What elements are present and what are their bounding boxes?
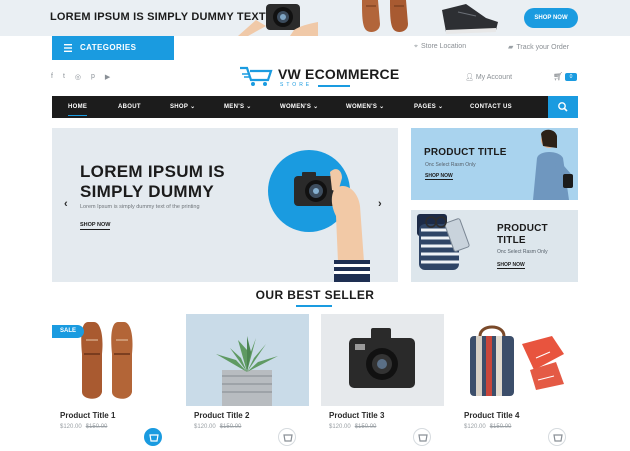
side-promo-2[interactable]: PRODUCT TITLE Onc Select Rasm Only SHOP …: [411, 210, 578, 282]
woman-model-image: [533, 129, 573, 200]
my-account-link[interactable]: 👤︎ My Account: [465, 73, 512, 81]
chevron-down-icon: ⌄: [246, 104, 252, 110]
product-card-3[interactable]: Product Title 3 $120.00 $150.00: [321, 314, 444, 451]
logo-underline: [318, 85, 350, 87]
hero-shop-now-button[interactable]: SHOP NOW: [80, 222, 111, 230]
nav-item-pages[interactable]: PAGES ⌄: [414, 96, 443, 118]
search-button[interactable]: [548, 96, 578, 118]
main-navigation: HOME ABOUT SHOP ⌄ MEN'S ⌄ WOMEN'S ⌄ WOME…: [52, 96, 578, 118]
product-card-4[interactable]: Product Title 4 $120.00 $150.00: [456, 314, 579, 451]
nav-item-contact[interactable]: CONTACT US: [470, 96, 512, 118]
twitter-icon[interactable]: t: [63, 73, 65, 81]
side-promo-1-shop-now-button[interactable]: SHOP NOW: [425, 173, 453, 180]
logo-title[interactable]: VW ECOMMERCE: [278, 66, 399, 82]
store-location-link[interactable]: ⌖ Store Location: [414, 43, 466, 51]
best-seller-underline: [296, 305, 332, 307]
add-to-cart-button-2[interactable]: [278, 428, 296, 446]
camera-promo-image: [238, 4, 318, 36]
nav-item-about[interactable]: ABOUT: [118, 96, 141, 118]
promo-shop-now-button[interactable]: SHOP NOW: [524, 8, 578, 28]
chevron-down-icon: ⌄: [190, 104, 196, 110]
instagram-icon[interactable]: ◎: [75, 73, 81, 81]
nav-item-mens[interactable]: MEN'S ⌄: [224, 96, 252, 118]
side-promo-1[interactable]: PRODUCT TITLE Onc Select Rasm Only SHOP …: [411, 128, 578, 200]
social-links: f t ◎ p ▶: [51, 73, 110, 81]
pinterest-icon[interactable]: p: [91, 73, 95, 81]
side-promo-2-subtitle: Onc Select Rasm Only: [497, 249, 548, 255]
cart-icon: [149, 434, 159, 442]
cart-count-badge: 0: [565, 73, 577, 81]
side-promo-2-shop-now-button[interactable]: SHOP NOW: [497, 262, 525, 269]
product-image-4[interactable]: [456, 314, 579, 406]
cart-icon: [418, 434, 428, 442]
chevron-down-icon: ⌄: [438, 104, 444, 110]
product-image-2[interactable]: [186, 314, 309, 406]
track-order-label: Track your Order: [516, 44, 570, 51]
add-to-cart-button-1[interactable]: [144, 428, 162, 446]
hero-title: LOREM IPSUM IS SIMPLY DUMMY: [80, 162, 225, 201]
youtube-icon[interactable]: ▶: [105, 73, 110, 81]
product-image-3[interactable]: [321, 314, 444, 406]
slider-prev-arrow[interactable]: ‹: [64, 198, 68, 210]
chevron-down-icon: ⌄: [379, 104, 385, 110]
best-seller-title: OUR BEST SELLER: [255, 288, 375, 302]
side-promo-1-title: PRODUCT TITLE: [424, 147, 507, 158]
side-promo-2-title: PRODUCT TITLE: [497, 223, 548, 246]
product-price-1: $120.00 $150.00: [60, 424, 108, 430]
flatlay-clothes-image: [417, 214, 470, 270]
product-price-4: $120.00 $150.00: [464, 424, 512, 430]
cart-icon: [553, 434, 563, 442]
add-to-cart-button-4[interactable]: [548, 428, 566, 446]
product-price-2: $120.00 $150.00: [194, 424, 242, 430]
map-pin-icon: ⌖: [414, 43, 418, 50]
search-icon: [558, 102, 568, 112]
cart-icon: [283, 434, 293, 442]
categories-label: CATEGORIES: [80, 43, 137, 52]
nav-item-shop[interactable]: SHOP ⌄: [170, 96, 195, 118]
promo-text: LOREM IPSUM IS SIMPLY DUMMY TEXT: [50, 11, 266, 23]
logo-cart-icon: [240, 66, 273, 86]
cart-icon[interactable]: 🛒︎: [553, 72, 563, 81]
product-name-3[interactable]: Product Title 3: [329, 411, 384, 420]
product-price-3: $120.00 $150.00: [329, 424, 377, 430]
hero-slider: LOREM IPSUM IS SIMPLY DUMMY Lorem Ipsum …: [52, 128, 398, 282]
promo-banner: LOREM IPSUM IS SIMPLY DUMMY TEXT SHOP NO…: [0, 0, 630, 36]
sale-badge: SALE: [52, 325, 84, 338]
logo-subtitle: STORE: [280, 82, 313, 88]
user-icon: 👤︎: [465, 74, 474, 81]
product-name-1[interactable]: Product Title 1: [60, 411, 115, 420]
menu-icon: [64, 44, 72, 52]
nav-item-womens-2[interactable]: WOMEN'S ⌄: [346, 96, 385, 118]
product-name-4[interactable]: Product Title 4: [464, 411, 519, 420]
hand-camera-image: [294, 169, 370, 282]
add-to-cart-button-3[interactable]: [413, 428, 431, 446]
track-order-link[interactable]: ▰ Track your Order: [508, 43, 569, 51]
store-location-label: Store Location: [420, 43, 467, 50]
nav-item-womens[interactable]: WOMEN'S ⌄: [280, 96, 319, 118]
side-promo-1-subtitle: Onc Select Rasm Only: [425, 162, 476, 168]
my-account-label: My Account: [475, 74, 513, 81]
product-name-2[interactable]: Product Title 2: [194, 411, 249, 420]
facebook-icon[interactable]: f: [51, 73, 53, 81]
categories-button[interactable]: CATEGORIES: [52, 36, 174, 60]
sneaker-promo-image: [442, 4, 498, 34]
chevron-down-icon: ⌄: [313, 104, 319, 110]
nav-item-home[interactable]: HOME: [68, 96, 88, 118]
product-card-2[interactable]: Product Title 2 $120.00 $150.00: [186, 314, 309, 451]
shoes-promo-image: [362, 0, 408, 32]
truck-icon: ▰: [508, 44, 514, 51]
hero-subtitle: Lorem Ipsum is simply dummy text of the …: [80, 204, 200, 210]
